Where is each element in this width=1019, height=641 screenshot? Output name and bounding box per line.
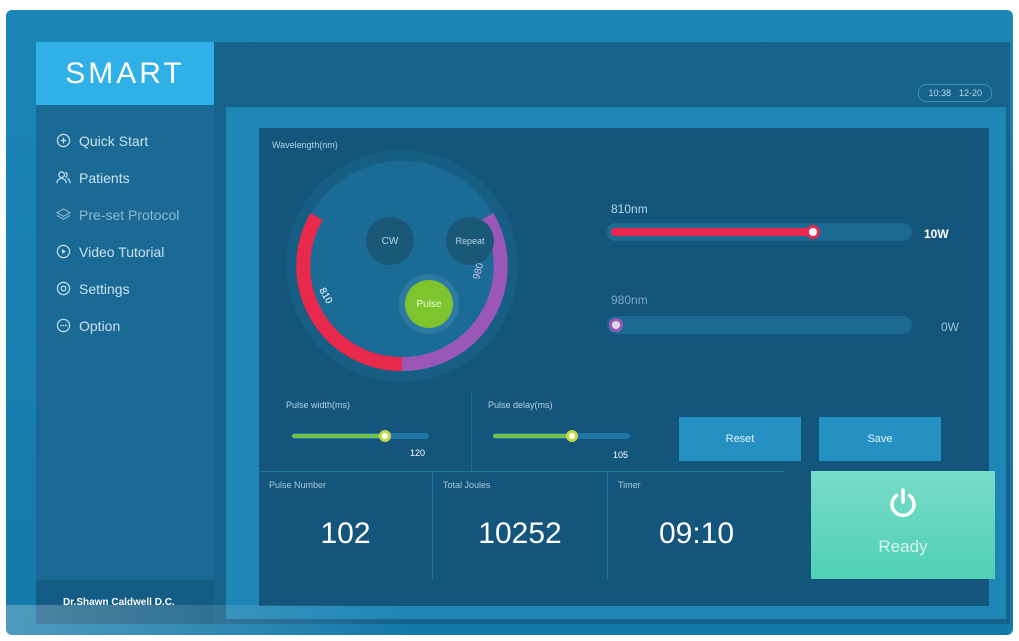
pulse-delay-knob[interactable]: [566, 430, 579, 442]
laser-980-slider[interactable]: [607, 316, 912, 334]
sidebar-item-preset-protocol[interactable]: Pre-set Protocol: [36, 196, 214, 233]
total-joules-card: Total Joules 10252: [433, 471, 608, 580]
ready-button[interactable]: Ready: [811, 471, 995, 579]
save-button[interactable]: Save: [819, 417, 941, 461]
sidebar-item-label: Patients: [79, 169, 130, 186]
device-frame: SMART Quick Start Patients Pre-set Proto…: [6, 10, 1013, 635]
pulse-width-fill: [292, 434, 386, 438]
timer-value: 09:10: [658, 517, 735, 550]
more-icon: [56, 318, 71, 333]
wavelength-title: Wavelength(nm): [272, 140, 338, 150]
mode-pulse-button[interactable]: Pulse: [405, 280, 453, 328]
gear-icon: [56, 281, 71, 296]
laser-810-knob[interactable]: [805, 225, 820, 239]
laser-810-slider[interactable]: [607, 223, 912, 241]
layers-icon: [56, 208, 71, 220]
stats-bar: Pulse Number 102 Total Joules 10252 Time…: [259, 471, 995, 585]
mode-dial: 810 980 CW Repeat Pulse: [286, 150, 518, 382]
pulse-width-label: Pulse width(ms): [286, 400, 351, 410]
app-logo: SMART: [36, 42, 214, 105]
pulse-divider: [471, 393, 472, 473]
laser-980-value: 0W: [941, 320, 959, 334]
mode-repeat-button[interactable]: Repeat: [446, 217, 494, 265]
pulse-number-card: Pulse Number 102: [259, 471, 433, 580]
pulse-number-label: Pulse Number: [269, 480, 327, 490]
mode-cw-button[interactable]: CW: [366, 217, 414, 265]
patients-icon: [56, 171, 71, 184]
pulse-delay-fill: [493, 434, 573, 438]
sidebar-item-settings[interactable]: Settings: [36, 270, 214, 307]
timer-card: Timer 09:10: [608, 471, 785, 580]
total-joules-label: Total Joules: [443, 480, 491, 490]
device-shine: [6, 605, 1013, 635]
pulse-width-slider[interactable]: [292, 430, 429, 442]
laser-980-label: 980nm: [611, 293, 648, 307]
sidebar-item-option[interactable]: Option: [36, 307, 214, 344]
play-icon: [56, 244, 71, 259]
screen: SMART Quick Start Patients Pre-set Proto…: [36, 42, 1010, 624]
laser-810-value: 10W: [924, 227, 949, 241]
total-joules-value: 10252: [478, 517, 562, 550]
time-text: 10:38: [928, 88, 951, 98]
sidebar: SMART Quick Start Patients Pre-set Proto…: [36, 42, 214, 624]
pulse-delay-value: 105: [613, 450, 629, 460]
sidebar-item-label: Pre-set Protocol: [79, 206, 180, 223]
quick-start-icon: [56, 133, 71, 148]
datetime-badge: 10:38 12-20: [918, 84, 992, 102]
pulse-width-value: 120: [410, 448, 426, 458]
laser-810-label: 810nm: [611, 202, 648, 216]
wavelength-ring: 810 980: [286, 150, 518, 382]
sidebar-item-label: Quick Start: [79, 132, 149, 149]
pulse-delay-label: Pulse delay(ms): [488, 400, 553, 410]
timer-label: Timer: [618, 480, 641, 490]
laser-810-fill: [611, 228, 813, 236]
sidebar-item-label: Settings: [79, 280, 130, 297]
power-icon: [890, 488, 916, 518]
sidebar-item-label: Video Tutorial: [79, 243, 165, 260]
pulse-number-value: 102: [320, 517, 371, 550]
nav-menu: Quick Start Patients Pre-set Protocol Vi…: [36, 122, 214, 344]
pulse-delay-slider[interactable]: [493, 430, 630, 442]
sidebar-item-video-tutorial[interactable]: Video Tutorial: [36, 233, 214, 270]
reset-button[interactable]: Reset: [679, 417, 801, 461]
date-text: 12-20: [958, 88, 982, 98]
sidebar-item-quick-start[interactable]: Quick Start: [36, 122, 214, 159]
sidebar-item-label: Option: [79, 317, 121, 334]
sidebar-item-patients[interactable]: Patients: [36, 159, 214, 196]
ready-label: Ready: [878, 537, 928, 556]
main-panel: Wavelength(nm) 810 980 CW Repeat Pulse 8…: [226, 107, 1006, 619]
pulse-width-knob[interactable]: [379, 430, 392, 442]
laser-980-knob[interactable]: [609, 318, 623, 332]
